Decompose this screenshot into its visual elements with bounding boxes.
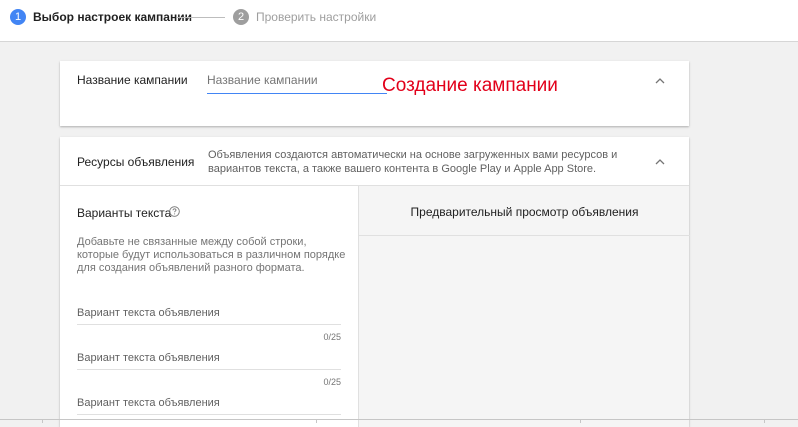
ad-resources-card: Ресурсы объявления Объявления создаются … bbox=[60, 137, 690, 427]
bottom-border bbox=[0, 419, 798, 420]
step-1-number[interactable]: 1 bbox=[10, 9, 26, 25]
create-campaign-overlay-title: Создание кампании bbox=[382, 75, 558, 96]
ad-preview-title: Предварительный просмотр объявления bbox=[410, 205, 639, 219]
chevron-up-icon[interactable] bbox=[655, 157, 665, 167]
ad-resources-label: Ресурсы объявления bbox=[77, 155, 195, 169]
campaign-name-label: Название кампании bbox=[77, 73, 188, 87]
campaign-name-card: Название кампании Создание кампании bbox=[60, 61, 689, 126]
text-variants-title: Варианты текста bbox=[77, 206, 172, 220]
ad-text-variant-field[interactable] bbox=[77, 349, 341, 370]
step-2-number[interactable]: 2 bbox=[233, 9, 249, 25]
chevron-up-icon[interactable] bbox=[655, 76, 665, 86]
step-connector bbox=[177, 17, 225, 18]
character-counter: 0/25 bbox=[323, 377, 341, 387]
ad-text-variant-field[interactable] bbox=[77, 394, 341, 415]
step-2-label[interactable]: Проверить настройки bbox=[256, 10, 376, 24]
help-circle-icon[interactable] bbox=[169, 206, 180, 217]
ad-preview-header: Предварительный просмотр объявления bbox=[359, 186, 690, 236]
character-counter: 0/25 bbox=[323, 332, 341, 342]
ad-resources-description: Объявления создаются автоматически на ос… bbox=[208, 149, 618, 175]
text-variants-pane: Варианты текста Добавьте не связанные ме… bbox=[60, 186, 358, 427]
campaign-name-input[interactable] bbox=[207, 67, 387, 94]
step-1-label[interactable]: Выбор настроек кампании bbox=[33, 10, 192, 24]
campaign-stepper: 1 Выбор настроек кампании 2 Проверить на… bbox=[0, 0, 798, 42]
text-variants-help: Добавьте не связанные между собой строки… bbox=[77, 236, 346, 274]
ad-text-variant-field[interactable] bbox=[77, 304, 341, 325]
ad-preview-pane: Предварительный просмотр объявления bbox=[358, 186, 690, 427]
